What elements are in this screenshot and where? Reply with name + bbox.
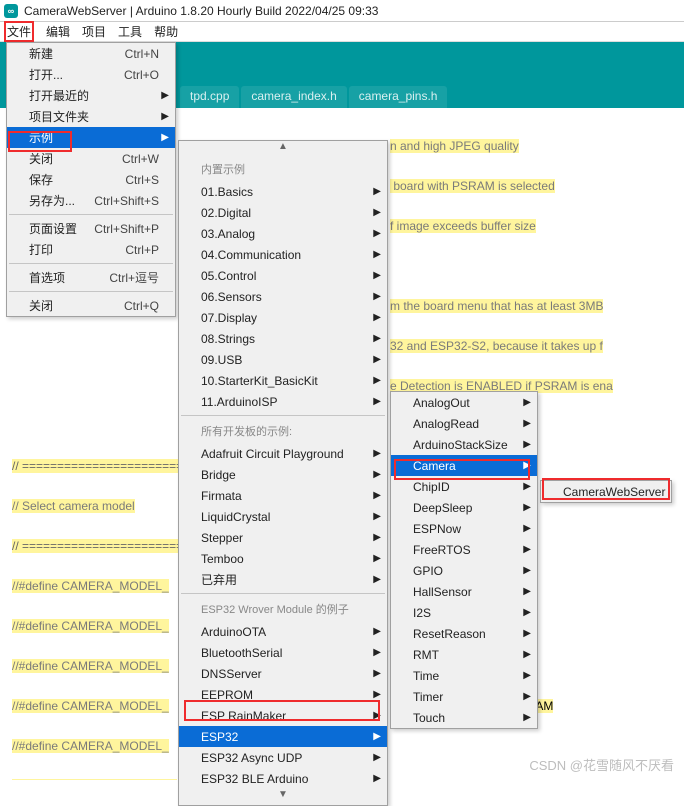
menu-item[interactable]: 关闭Ctrl+W (7, 148, 175, 169)
menu-item[interactable]: 项目文件夹▶ (7, 106, 175, 127)
menu-item[interactable]: LiquidCrystal▶ (179, 506, 387, 527)
code-text: board with PSRAM is selected (390, 179, 555, 193)
menu-file[interactable]: 文件 (4, 21, 34, 42)
menu-item[interactable]: 首选项Ctrl+逗号 (7, 267, 175, 288)
menu-item[interactable]: 01.Basics▶ (179, 181, 387, 202)
menu-item[interactable]: 示例▶ (7, 127, 175, 148)
menu-item[interactable]: ChipID▶ (391, 476, 537, 497)
menu-edit[interactable]: 编辑 (46, 23, 70, 40)
menu-item[interactable]: Stepper▶ (179, 527, 387, 548)
menu-item[interactable]: AnalogRead▶ (391, 413, 537, 434)
menu-item[interactable]: FreeRTOS▶ (391, 539, 537, 560)
menu-item[interactable]: 关闭Ctrl+Q (7, 295, 175, 316)
code-text: //#define CAMERA_MODEL_ (12, 619, 169, 633)
menu-item[interactable]: 03.Analog▶ (179, 223, 387, 244)
code-text: m the board menu that has at least 3MB (390, 299, 603, 313)
menu-item[interactable]: ESP32 Async UDP▶ (179, 747, 387, 768)
menu-item[interactable]: AnalogOut▶ (391, 392, 537, 413)
code-text: //#define CAMERA_MODEL_ (12, 739, 169, 753)
menu-item[interactable]: ArduinoOTA▶ (179, 621, 387, 642)
code-text: n and high JPEG quality (390, 139, 519, 153)
menu-help[interactable]: 帮助 (154, 23, 178, 40)
menu-item[interactable]: 新建Ctrl+N (7, 43, 175, 64)
menu-item[interactable]: 08.Strings▶ (179, 328, 387, 349)
menu-sketch[interactable]: 项目 (82, 23, 106, 40)
menu-item[interactable]: 02.Digital▶ (179, 202, 387, 223)
menu-item[interactable]: 页面设置Ctrl+Shift+P (7, 218, 175, 239)
menubar: 文件 编辑 项目 工具 帮助 (0, 22, 684, 42)
menu-item[interactable]: 07.Display▶ (179, 307, 387, 328)
code-text: //#define CAMERA_MODEL_ (12, 699, 169, 713)
menu-item[interactable]: DeepSleep▶ (391, 497, 537, 518)
tab-file[interactable]: camera_index.h (241, 86, 346, 108)
menu-item[interactable]: 打开...Ctrl+O (7, 64, 175, 85)
menu-item[interactable]: ESP RainMaker▶ (179, 705, 387, 726)
menu-item[interactable]: 06.Sensors▶ (179, 286, 387, 307)
menu-item[interactable]: 另存为...Ctrl+Shift+S (7, 190, 175, 211)
menu-item-camerawebserver[interactable]: CameraWebServer (541, 481, 671, 502)
menu-item[interactable]: HallSensor▶ (391, 581, 537, 602)
watermark: CSDN @花雪随风不厌看 (529, 755, 674, 774)
menu-item[interactable]: ESP32▶ (179, 726, 387, 747)
menu-item[interactable]: 打开最近的▶ (7, 85, 175, 106)
menu-item[interactable]: Timer▶ (391, 686, 537, 707)
titlebar: ∞ CameraWebServer | Arduino 1.8.20 Hourl… (0, 0, 684, 22)
menu-item[interactable]: 11.ArduinoISP▶ (179, 391, 387, 412)
tab-file[interactable]: tpd.cpp (180, 86, 239, 108)
menu-item[interactable]: EEPROM▶ (179, 684, 387, 705)
code-text: 32 and ESP32-S2, because it takes up f (390, 339, 603, 353)
code-text: // Select camera model (12, 499, 135, 513)
menu-item[interactable]: Bridge▶ (179, 464, 387, 485)
menu-item[interactable]: 09.USB▶ (179, 349, 387, 370)
menu-item[interactable]: Firmata▶ (179, 485, 387, 506)
window-title: CameraWebServer | Arduino 1.8.20 Hourly … (24, 4, 378, 18)
camera-submenu: CameraWebServer (540, 480, 672, 503)
menu-item[interactable]: 04.Communication▶ (179, 244, 387, 265)
menu-item[interactable]: ESPNow▶ (391, 518, 537, 539)
menu-item[interactable]: Touch▶ (391, 707, 537, 728)
menu-tools[interactable]: 工具 (118, 23, 142, 40)
esp32-submenu: AnalogOut▶AnalogRead▶ArduinoStackSize▶Ca… (390, 391, 538, 729)
menu-item[interactable]: DNSServer▶ (179, 663, 387, 684)
menu-item[interactable]: 打印Ctrl+P (7, 239, 175, 260)
menu-item[interactable]: I2S▶ (391, 602, 537, 623)
file-menu: 新建Ctrl+N打开...Ctrl+O打开最近的▶项目文件夹▶示例▶关闭Ctrl… (6, 42, 176, 317)
code-text: //#define CAMERA_MODEL_ (12, 579, 169, 593)
menu-item[interactable]: ArduinoStackSize▶ (391, 434, 537, 455)
code-text: f image exceeds buffer size (390, 219, 536, 233)
menu-item[interactable]: Camera▶ (391, 455, 537, 476)
menu-item[interactable]: ResetReason▶ (391, 623, 537, 644)
menu-item[interactable]: ESP32 BLE Arduino▶ (179, 768, 387, 789)
menu-item[interactable]: GPIO▶ (391, 560, 537, 581)
menu-item[interactable]: Time▶ (391, 665, 537, 686)
menu-item[interactable]: 05.Control▶ (179, 265, 387, 286)
menu-item[interactable]: BluetoothSerial▶ (179, 642, 387, 663)
menu-item[interactable]: 保存Ctrl+S (7, 169, 175, 190)
code-text: //#define CAMERA_MODEL_ (12, 659, 169, 673)
menu-item[interactable]: 10.StarterKit_BasicKit▶ (179, 370, 387, 391)
menu-item[interactable]: Adafruit Circuit Playground▶ (179, 443, 387, 464)
tab-file[interactable]: camera_pins.h (349, 86, 448, 108)
menu-item[interactable]: Temboo▶ (179, 548, 387, 569)
menu-item[interactable]: RMT▶ (391, 644, 537, 665)
menu-item[interactable]: 已弃用▶ (179, 569, 387, 590)
arduino-icon: ∞ (4, 4, 18, 18)
examples-menu: ▲内置示例01.Basics▶02.Digital▶03.Analog▶04.C… (178, 140, 388, 806)
